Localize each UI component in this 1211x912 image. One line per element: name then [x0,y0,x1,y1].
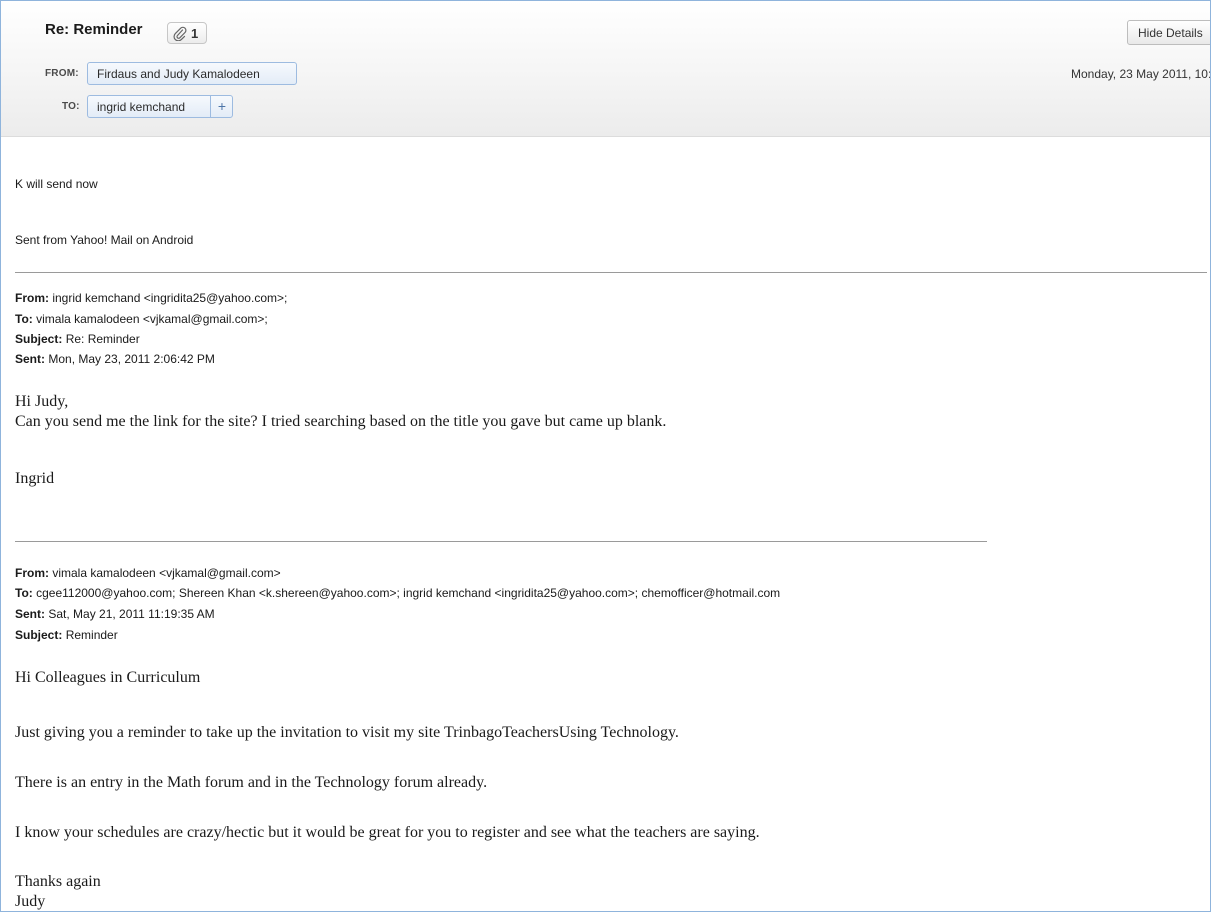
quoted-from-value: ingrid kemchand <ingridita25@yahoo.com>; [52,291,288,305]
add-recipient-icon[interactable]: + [210,96,233,117]
divider [15,541,987,542]
quoted-from-label: From: [15,291,49,305]
quoted-subject-label: Subject: [15,332,63,346]
original-greeting: Hi Colleagues in Curriculum [15,669,201,686]
quoted-to-value: vimala kamalodeen <vjkamal@gmail.com>; [36,312,268,326]
to-label: TO: [62,101,80,112]
quoted-subject-value: Re: Reminder [65,332,140,346]
message-date: Monday, 23 May 2011, 10: [1071,67,1211,81]
message-subject: Re: Reminder [45,21,143,38]
original-thanks: Thanks again [15,873,101,890]
sender-chip[interactable]: Firdaus and Judy Kamalodeen [87,62,297,85]
original-subject-line: Subject: Reminder [15,628,118,642]
attachment-button[interactable]: 1 [167,22,207,44]
reply-text: K will send now [15,177,98,191]
quoted-body: Can you send me the link for the site? I… [15,413,667,430]
quoted-sent-line: Sent: Mon, May 23, 2011 2:06:42 PM [15,352,215,366]
recipient-chip[interactable]: ingrid kemchand + [87,95,233,118]
original-paragraph-3: I know your schedules are crazy/hectic b… [15,824,760,841]
original-sent-label: Sent: [15,607,45,621]
quoted-signoff: Ingrid [15,470,55,487]
divider [15,272,1207,273]
original-from-value: vimala kamalodeen <vjkamal@gmail.com> [52,566,281,580]
quoted-to-line: To: vimala kamalodeen <vjkamal@gmail.com… [15,312,268,326]
original-paragraph-1: Just giving you a reminder to take up th… [15,724,679,741]
message-header: Re: Reminder 1 Hide Details FROM: Firdau… [1,1,1210,137]
original-from-label: From: [15,566,49,580]
hide-details-button[interactable]: Hide Details [1127,20,1210,45]
quoted-sent-value: Mon, May 23, 2011 2:06:42 PM [48,352,215,366]
quoted-greeting: Hi Judy, [15,393,69,410]
from-label: FROM: [45,68,79,79]
original-signature: Judy [15,893,46,910]
quoted-from-line: From: ingrid kemchand <ingridita25@yahoo… [15,291,287,305]
original-to-line: To: cgee112000@yahoo.com; Shereen Khan <… [15,586,780,600]
attachment-count: 1 [191,26,199,41]
mobile-signature: Sent from Yahoo! Mail on Android [15,233,194,247]
original-to-label: To: [15,586,33,600]
quoted-subject-line: Subject: Re: Reminder [15,332,140,346]
email-viewer: Re: Reminder 1 Hide Details FROM: Firdau… [0,0,1211,912]
original-from-line: From: vimala kamalodeen <vjkamal@gmail.c… [15,566,281,580]
original-sent-value: Sat, May 21, 2011 11:19:35 AM [48,607,215,621]
original-sent-line: Sent: Sat, May 21, 2011 11:19:35 AM [15,607,215,621]
original-subject-value: Reminder [65,628,118,642]
paperclip-icon [173,26,187,41]
original-to-value: cgee112000@yahoo.com; Shereen Khan <k.sh… [36,586,781,600]
recipient-name: ingrid kemchand [97,100,186,114]
original-subject-label: Subject: [15,628,63,642]
quoted-sent-label: Sent: [15,352,45,366]
quoted-to-label: To: [15,312,33,326]
original-paragraph-2: There is an entry in the Math forum and … [15,774,488,791]
